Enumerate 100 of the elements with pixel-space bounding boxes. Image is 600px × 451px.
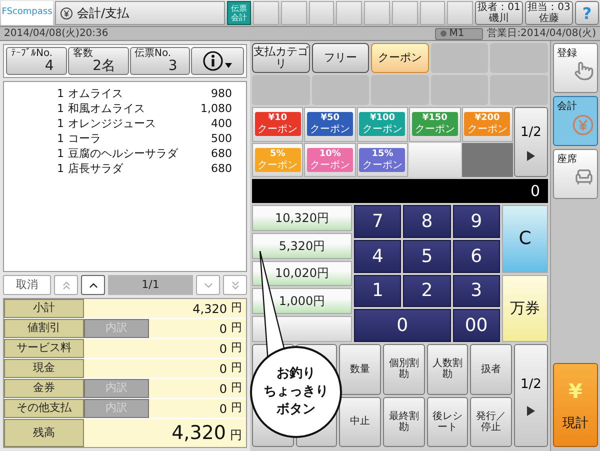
summary-label: サービス料 bbox=[4, 339, 84, 358]
quick-amount-button[interactable]: 5,320円 bbox=[252, 232, 352, 259]
item-quantity: 1 bbox=[56, 146, 65, 161]
callout-text: お釣り ちょっきり ボタン bbox=[264, 365, 328, 419]
mode-label: M1 bbox=[449, 28, 464, 38]
order-info-button[interactable]: 伝票No. 3 bbox=[130, 47, 190, 75]
function-page-button[interactable]: 1/2 bbox=[514, 344, 548, 447]
item-price: 1,080 bbox=[200, 101, 232, 116]
category-tab[interactable]: 支払カテゴリ bbox=[252, 43, 310, 73]
business-date: 営業日:2014/04/08(火) bbox=[486, 26, 597, 41]
coupon-ticket: ¥150 クーポン bbox=[412, 112, 458, 136]
summary-amount: 0 bbox=[219, 400, 228, 418]
function-button[interactable]: 最終割勘 bbox=[383, 396, 425, 447]
order-info-button[interactable]: ﾃｰﾌﾞﾙNo. 4 bbox=[6, 47, 67, 75]
sidebar-tab[interactable]: 登録 bbox=[553, 43, 598, 93]
item-name: 豆腐のヘルシーサラダ bbox=[68, 146, 180, 161]
coupon-ticket: ¥50 クーポン bbox=[307, 112, 354, 136]
yen-icon bbox=[572, 114, 594, 136]
coupon-ticket: ¥10 クーポン bbox=[254, 112, 301, 136]
sidebar-tab[interactable]: 座席 bbox=[553, 149, 598, 199]
yen-unit: 円 bbox=[230, 427, 243, 444]
coupon-ticket: ¥100 クーポン bbox=[359, 112, 406, 136]
page-indicator: 1/1 bbox=[108, 275, 193, 295]
summary-amount: 0 bbox=[219, 380, 228, 398]
next-page-icon bbox=[527, 406, 535, 416]
coupon-button[interactable]: ¥10 クーポン bbox=[252, 107, 304, 142]
item-price: 500 bbox=[210, 131, 232, 146]
number-key[interactable]: 8 bbox=[403, 205, 451, 238]
quick-amount-button[interactable]: 10,020円 bbox=[252, 260, 352, 286]
yen-unit: 円 bbox=[231, 400, 243, 416]
yen-unit: 円 bbox=[231, 300, 243, 316]
category-tab[interactable]: フリー bbox=[312, 43, 370, 73]
yen-unit: 円 bbox=[231, 360, 243, 376]
number-key[interactable]: 4 bbox=[354, 240, 402, 272]
function-button[interactable]: 数量 bbox=[339, 344, 381, 394]
coupon-button[interactable]: ¥50 クーポン bbox=[304, 107, 356, 142]
summary-amount: 0 bbox=[219, 320, 228, 338]
amount-display: 0 bbox=[252, 179, 548, 203]
coupon-button[interactable]: 15% クーポン bbox=[356, 142, 408, 177]
quick-amount-button[interactable]: 1,000円 bbox=[252, 288, 352, 314]
summary-label: 現金 bbox=[4, 359, 84, 378]
total-button[interactable]: ¥ 現計 bbox=[553, 363, 598, 447]
category-tab[interactable]: クーポン bbox=[371, 43, 429, 73]
number-key[interactable]: 3 bbox=[452, 274, 500, 308]
summary-label: 値割引 bbox=[4, 319, 84, 338]
cancel-button[interactable]: 取消 bbox=[3, 275, 51, 295]
number-key[interactable]: 9 bbox=[452, 205, 500, 238]
summary-amount: 4,320 bbox=[172, 420, 227, 446]
quick-amount-button[interactable]: 10,320円 bbox=[252, 205, 352, 231]
summary-label: 小計 bbox=[4, 299, 84, 318]
number-key[interactable]: 1 bbox=[354, 274, 402, 308]
coupon-ticket: 10% クーポン bbox=[307, 148, 354, 172]
item-quantity: 1 bbox=[56, 161, 65, 176]
function-button[interactable]: 発行／停止 bbox=[470, 396, 512, 447]
current-datetime: 2014/04/08(火)20:36 bbox=[3, 26, 110, 41]
screen-title: 会計/支払 bbox=[77, 5, 130, 22]
item-price: 680 bbox=[210, 146, 232, 161]
item-price: 400 bbox=[210, 116, 232, 131]
coupon-page-button[interactable]: 1/2 bbox=[514, 107, 548, 177]
function-button[interactable]: 扱者 bbox=[470, 344, 512, 394]
clear-button[interactable]: C bbox=[502, 205, 548, 272]
item-name: コーラ bbox=[68, 131, 102, 146]
order-info-button[interactable]: 客数 2名 bbox=[68, 47, 128, 75]
item-name: 店長サラダ bbox=[68, 161, 124, 176]
item-quantity: 1 bbox=[56, 116, 65, 131]
item-quantity: 1 bbox=[56, 131, 65, 146]
staff-button[interactable]: 扱者：01 磯川 bbox=[475, 1, 523, 25]
function-button[interactable]: 人数割勘 bbox=[426, 344, 468, 394]
function-button[interactable]: 中止 bbox=[339, 396, 381, 447]
function-button[interactable]: 後レシート bbox=[426, 396, 468, 447]
number-key[interactable]: 0 bbox=[354, 309, 451, 342]
item-quantity: 1 bbox=[56, 101, 65, 116]
number-key[interactable]: 2 bbox=[403, 274, 451, 308]
coupon-ticket: 5% クーポン bbox=[254, 148, 301, 172]
staff-button[interactable]: 担当：03 佐藤 bbox=[525, 1, 573, 25]
yen-unit: 円 bbox=[231, 340, 243, 356]
logo: FScompass bbox=[1, 1, 53, 25]
previous-page-button[interactable] bbox=[81, 275, 105, 295]
item-quantity: 1 bbox=[56, 86, 65, 101]
summary-amount: 0 bbox=[219, 340, 228, 358]
number-key[interactable]: 7 bbox=[354, 205, 402, 238]
summary-label: その他支払 bbox=[4, 399, 84, 418]
ten-thousand-bill-button[interactable]: 万券 bbox=[502, 274, 548, 342]
sidebar-tab[interactable]: 会計 bbox=[553, 96, 598, 146]
coupon-ticket: ¥200 クーポン bbox=[464, 112, 510, 136]
number-key[interactable]: 00 bbox=[452, 309, 500, 342]
function-button[interactable]: 個別割勘 bbox=[383, 344, 425, 394]
info-menu-button[interactable] bbox=[191, 47, 244, 75]
item-name: 和風オムライス bbox=[68, 101, 146, 116]
coupon-ticket: 15% クーポン bbox=[359, 148, 406, 172]
summary-amount: 4,320 bbox=[192, 300, 228, 318]
item-price: 980 bbox=[210, 86, 232, 101]
number-key[interactable]: 5 bbox=[403, 240, 451, 272]
dropdown-icon bbox=[225, 63, 232, 68]
yen-unit: 円 bbox=[231, 380, 243, 396]
yen-icon bbox=[60, 6, 73, 20]
number-key[interactable]: 6 bbox=[452, 240, 500, 272]
summary-label: 残高 bbox=[4, 419, 84, 447]
item-name: オムライス bbox=[68, 86, 124, 101]
item-name: オレンジジュース bbox=[68, 116, 157, 131]
